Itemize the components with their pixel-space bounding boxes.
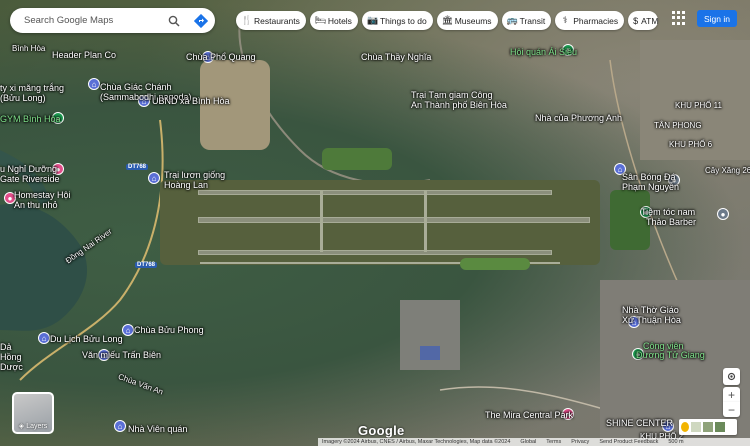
- sign-in-button[interactable]: Sign in: [697, 10, 737, 27]
- chip-pharmacies[interactable]: ⚕ Pharmacies: [555, 11, 625, 30]
- chip-atms[interactable]: $ATMs: [628, 11, 659, 30]
- place-label: Sân Bóng Đá: [622, 172, 676, 182]
- imagery-attribution: Imagery ©2024 Airbus, CNES / Airbus, Max…: [322, 439, 511, 445]
- global-link[interactable]: Global: [520, 439, 536, 445]
- feedback-link[interactable]: Send Product Feedback: [599, 439, 658, 445]
- place-label: Văn miếu Trấn Biên: [82, 350, 162, 360]
- place-label: An Thành phố Biên Hòa: [411, 100, 507, 110]
- place-label: Thảo Barber: [646, 217, 697, 227]
- google-logo: Google: [358, 423, 405, 438]
- place-label: GYM Bình Hòa: [0, 114, 61, 124]
- layers-icon: ◈: [18, 423, 25, 430]
- layers-button[interactable]: ◈ Layers: [12, 392, 54, 434]
- place-label: KHU PHỐ 11: [675, 101, 722, 110]
- place-label: Du Lịch Bửu Long: [50, 334, 123, 344]
- category-chips: 🍴 Restaurants 🛏 Hotels 📷 Things to do 🏛 Muse…: [236, 11, 659, 30]
- road-badge: DT768: [135, 262, 158, 268]
- search-icon[interactable]: [166, 13, 181, 28]
- pharmacy-icon: ⚕: [562, 15, 568, 25]
- place-label: Hội quán Ái Siêu: [510, 47, 578, 57]
- runway-south: [198, 250, 552, 255]
- map-thumbnail[interactable]: [715, 422, 725, 432]
- atm-icon: $: [633, 15, 639, 26]
- attribution-bar: Imagery ©2024 Airbus, CNES / Airbus, Max…: [318, 438, 750, 446]
- place-label: SHINE CENTER: [606, 418, 674, 428]
- place-label: Gate Riverside: [0, 174, 60, 184]
- plus-icon: +: [727, 387, 735, 402]
- place-label: ty xi măng trắng: [0, 83, 65, 93]
- bus-icon: 🚌: [506, 15, 518, 25]
- satellite-map[interactable]: DT768 DT768 ⌂ ♣ ⌂ ● ⌂ ⌂ ● ● ● ⌂ ● ● ⌂ ⌂ …: [0, 0, 750, 446]
- search-input[interactable]: [22, 14, 156, 27]
- runway-main: [198, 217, 590, 223]
- search-box: [10, 8, 215, 33]
- place-label: Chùa Bửu Phong: [134, 325, 204, 335]
- zoom-out-button[interactable]: −: [723, 402, 740, 417]
- place-label: TÂN PHONG: [654, 121, 702, 130]
- place-label: Trại lươn giống: [164, 170, 226, 180]
- place-label: Chùa Thầy Nghĩa: [361, 52, 432, 62]
- place-pin[interactable]: ●: [717, 208, 729, 220]
- building: [420, 346, 440, 360]
- terms-link[interactable]: Terms: [546, 439, 561, 445]
- place-label: Homestay Hội: [14, 190, 71, 200]
- place-label: Hồng: [0, 352, 22, 362]
- place-pin[interactable]: ⌂: [88, 78, 100, 90]
- place-label: u Nghỉ Dưỡng: [0, 164, 57, 174]
- place-pin[interactable]: ⌂: [114, 420, 126, 432]
- place-label: Trại Tạm giam Công: [411, 90, 493, 100]
- place-label: The Mira Central Park: [485, 410, 574, 420]
- privacy-link[interactable]: Privacy: [571, 439, 589, 445]
- minus-icon: −: [727, 402, 735, 417]
- taxiway: [424, 190, 427, 252]
- my-location-icon: [727, 372, 736, 381]
- street-view-thumbnails[interactable]: [679, 419, 737, 435]
- place-label: An thu nhỏ: [14, 200, 58, 210]
- place-pin[interactable]: ⌂: [122, 324, 134, 336]
- my-location-button[interactable]: [723, 368, 740, 385]
- road-badge: DT768: [126, 164, 149, 170]
- place-label: Chùa Giác Chánh: [100, 82, 172, 92]
- place-label: Header Plan Co: [52, 50, 117, 60]
- place-label: Bình Hòa: [12, 44, 46, 53]
- chip-museums[interactable]: 🏛 Museums: [436, 11, 498, 30]
- place-label: Phạm Nguyễn: [622, 182, 680, 192]
- place-label: (Bửu Long): [0, 93, 46, 103]
- place-label: Dược: [0, 362, 23, 372]
- place-label: Dương Tử Giang: [636, 350, 705, 360]
- place-pin[interactable]: ⌂: [148, 172, 160, 184]
- chip-things-to-do[interactable]: 📷 Things to do: [361, 11, 433, 30]
- zoom-in-button[interactable]: +: [723, 387, 740, 402]
- place-pin[interactable]: ⌂: [38, 332, 50, 344]
- map-thumbnail[interactable]: [691, 422, 701, 432]
- place-label: Nhà Viên quán: [128, 424, 188, 434]
- camera-icon: 📷: [366, 15, 379, 25]
- place-label: Dả: [0, 342, 12, 352]
- green-field: [322, 148, 392, 170]
- bed-icon: 🛏: [314, 15, 327, 25]
- chip-hotels[interactable]: 🛏 Hotels: [309, 11, 358, 30]
- green-field: [460, 258, 530, 270]
- place-label: Nhà của Phương Anh: [535, 113, 622, 123]
- museum-icon: 🏛: [441, 15, 454, 25]
- chip-restaurants[interactable]: 🍴 Restaurants: [236, 11, 306, 30]
- apps-grid-icon[interactable]: [672, 11, 686, 25]
- runway-north: [198, 190, 552, 195]
- place-label: KHU PHỐ 6: [669, 140, 713, 149]
- directions-icon[interactable]: [193, 13, 208, 28]
- place-label: Chùa Phổ Quang: [186, 52, 256, 62]
- scale-label: 500 m: [668, 439, 684, 445]
- place-label: Cây Xăng 26: [705, 166, 750, 175]
- map-thumbnail[interactable]: [703, 422, 713, 432]
- place-label: Nhà Thờ Giáo: [622, 305, 679, 315]
- place-label: Xứ Thuận Hòa: [622, 315, 681, 325]
- taxiway: [320, 190, 323, 252]
- place-label: UBND xã Bình Hòa: [152, 96, 230, 106]
- chip-transit[interactable]: 🚌 Transit: [501, 11, 552, 30]
- place-label: Tiệm tóc nam: [641, 207, 696, 217]
- pegman-icon[interactable]: [681, 422, 689, 432]
- place-label: Hoàng Lan: [164, 180, 209, 190]
- green-field: [610, 190, 650, 250]
- fork-knife-icon: 🍴: [241, 15, 253, 25]
